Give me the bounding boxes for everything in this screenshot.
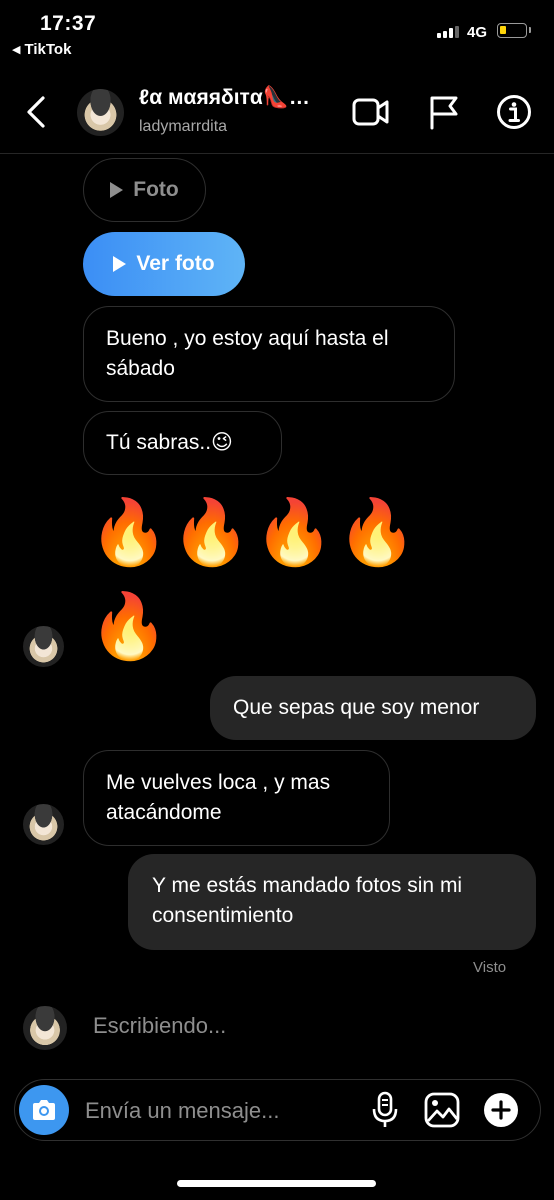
battery-nub <box>529 27 531 33</box>
video-call-button[interactable] <box>352 95 390 134</box>
contact-display-name[interactable]: ℓα мαяяδιтα👠… <box>139 86 310 110</box>
play-icon <box>113 256 127 272</box>
contact-username[interactable]: ladymarrdita <box>139 118 227 136</box>
plus-circle-icon <box>484 1093 518 1127</box>
fire-emoji[interactable]: 🔥 <box>89 492 169 572</box>
received-message-bubble[interactable]: Bueno , yo estoy aquí hasta el sábado <box>83 306 455 402</box>
home-indicator <box>177 1180 376 1187</box>
typing-indicator: Escribiendo... <box>93 1013 227 1038</box>
typing-avatar <box>23 1006 67 1050</box>
back-app-label: TikTok <box>24 41 72 58</box>
info-icon <box>497 95 531 129</box>
battery-icon <box>497 23 527 38</box>
view-photo-button[interactable]: Ver foto <box>83 232 245 296</box>
fire-emoji[interactable]: 🔥 <box>337 492 417 572</box>
sender-avatar[interactable] <box>23 804 64 845</box>
signal-icon <box>437 26 459 38</box>
camera-icon <box>33 1100 55 1120</box>
header-avatar[interactable] <box>77 89 124 136</box>
foto-label: Foto <box>133 178 179 201</box>
image-icon <box>424 1092 460 1128</box>
play-icon <box>110 182 124 198</box>
fire-emoji[interactable]: 🔥 <box>89 586 169 666</box>
sent-message-bubble[interactable]: Y me estás mandado fotos sin mi consenti… <box>128 854 536 950</box>
gallery-button[interactable] <box>424 1092 460 1133</box>
info-button[interactable] <box>496 94 532 135</box>
message-input[interactable] <box>83 1093 357 1129</box>
header-divider <box>0 153 554 154</box>
more-options-button[interactable] <box>483 1092 519 1133</box>
video-camera-icon <box>352 98 389 126</box>
chevron-left-icon <box>27 96 45 128</box>
flag-icon <box>430 96 458 130</box>
fire-emoji[interactable]: 🔥 <box>254 492 334 572</box>
network-label: 4G <box>467 24 488 41</box>
message-text: Me vuelves loca , y mas atacándome <box>106 771 331 824</box>
back-to-app-link[interactable]: ◀ TikTok <box>12 41 71 58</box>
voice-message-button[interactable] <box>371 1090 399 1135</box>
microphone-icon <box>372 1091 398 1127</box>
received-message-bubble[interactable]: Me vuelves loca , y mas atacándome <box>83 750 390 846</box>
fire-emoji[interactable]: 🔥 <box>171 492 251 572</box>
report-button[interactable] <box>428 94 460 135</box>
back-button[interactable] <box>22 94 52 130</box>
seen-indicator: Visto <box>473 959 507 976</box>
sender-avatar[interactable] <box>23 626 64 667</box>
sent-message-bubble[interactable]: Que sepas que soy menor <box>210 676 536 740</box>
message-text: Y me estás mandado fotos sin mi consenti… <box>152 874 463 927</box>
received-message-bubble[interactable]: Tú sabras..😉 <box>83 411 282 475</box>
camera-button[interactable] <box>19 1085 69 1135</box>
viewed-photo-message[interactable]: Foto <box>83 158 206 222</box>
ver-foto-label: Ver foto <box>136 252 215 275</box>
status-time: 17:37 <box>40 12 97 35</box>
message-text: Bueno , yo estoy aquí hasta el sábado <box>106 327 389 380</box>
message-text: Tú sabras..😉 <box>106 431 233 454</box>
back-triangle-icon: ◀ <box>12 44 21 56</box>
message-text: Que sepas que soy menor <box>233 696 480 719</box>
